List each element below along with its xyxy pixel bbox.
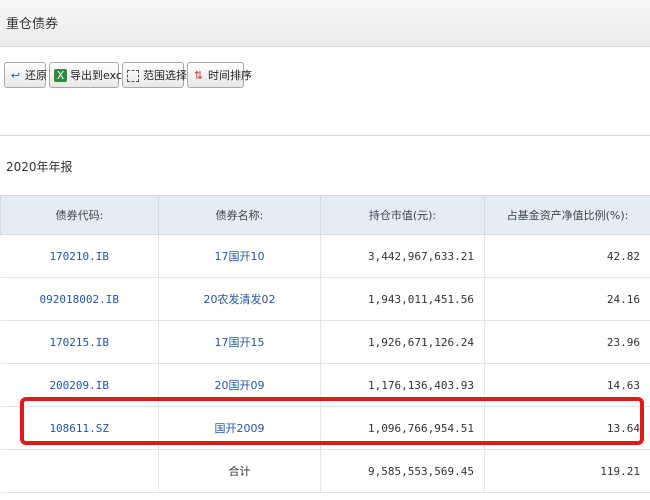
- header-bond-name[interactable]: 债券名称:: [158, 195, 321, 235]
- selection-box-icon: [127, 70, 139, 82]
- bond-name-link[interactable]: 20农发清发02: [158, 277, 321, 321]
- table-total-row: 合计 9,585,553,569.45 119.21: [0, 449, 650, 493]
- red-highlight-box: [20, 397, 644, 445]
- export-excel-button[interactable]: X 导出到excel: [49, 62, 132, 88]
- nav-ratio: 23.96: [484, 320, 650, 364]
- bond-code-link[interactable]: 170210.IB: [0, 234, 159, 278]
- window-titlebar: 重仓债券: [0, 0, 650, 47]
- range-select-button[interactable]: 范围选择: [122, 62, 187, 88]
- time-sort-button[interactable]: ⇅ 时间排序: [187, 62, 252, 88]
- sort-icon: ⇅: [193, 69, 204, 82]
- table-row: 092018002.IB 20农发清发02 1,943,011,451.56 2…: [0, 277, 650, 321]
- nav-ratio: 42.82: [484, 234, 650, 278]
- range-label: 范围选择: [143, 69, 187, 82]
- restore-label: 还原: [25, 69, 47, 82]
- excel-icon: X: [54, 69, 67, 82]
- undo-icon: ↩: [10, 69, 21, 82]
- bond-code-link[interactable]: 092018002.IB: [0, 277, 159, 321]
- market-value: 1,926,671,126.24: [320, 320, 485, 364]
- report-period: 2020年年报: [6, 160, 73, 174]
- total-empty-cell: [0, 449, 159, 493]
- table-header-row: 债券代码: 债券名称: 持仓市值(元): 占基金资产净值比例(%):: [0, 195, 650, 235]
- bond-code-link[interactable]: 170215.IB: [0, 320, 159, 364]
- total-label: 合计: [158, 449, 321, 493]
- bond-holdings-table: 债券代码: 债券名称: 持仓市值(元): 占基金资产净值比例(%): 17021…: [0, 195, 650, 493]
- restore-button[interactable]: ↩ 还原: [4, 62, 47, 88]
- market-value: 1,943,011,451.56: [320, 277, 485, 321]
- total-nav-ratio: 119.21: [484, 449, 650, 493]
- header-bond-code[interactable]: 债券代码:: [0, 195, 159, 235]
- total-market-value: 9,585,553,569.45: [320, 449, 485, 493]
- market-value: 3,442,967,633.21: [320, 234, 485, 278]
- header-market-value[interactable]: 持仓市值(元):: [320, 195, 485, 235]
- bond-name-link[interactable]: 17国开15: [158, 320, 321, 364]
- header-nav-ratio[interactable]: 占基金资产净值比例(%):: [484, 195, 650, 235]
- table-row: 170215.IB 17国开15 1,926,671,126.24 23.96: [0, 320, 650, 364]
- window-title: 重仓债券: [6, 17, 59, 32]
- sort-label: 时间排序: [208, 69, 252, 82]
- divider: [0, 135, 650, 136]
- bond-name-link[interactable]: 17国开10: [158, 234, 321, 278]
- toolbar: ↩ 还原 X 导出到excel 范围选择 ⇅ 时间排序: [0, 60, 650, 96]
- table-row: 170210.IB 17国开10 3,442,967,633.21 42.82: [0, 234, 650, 278]
- nav-ratio: 24.16: [484, 277, 650, 321]
